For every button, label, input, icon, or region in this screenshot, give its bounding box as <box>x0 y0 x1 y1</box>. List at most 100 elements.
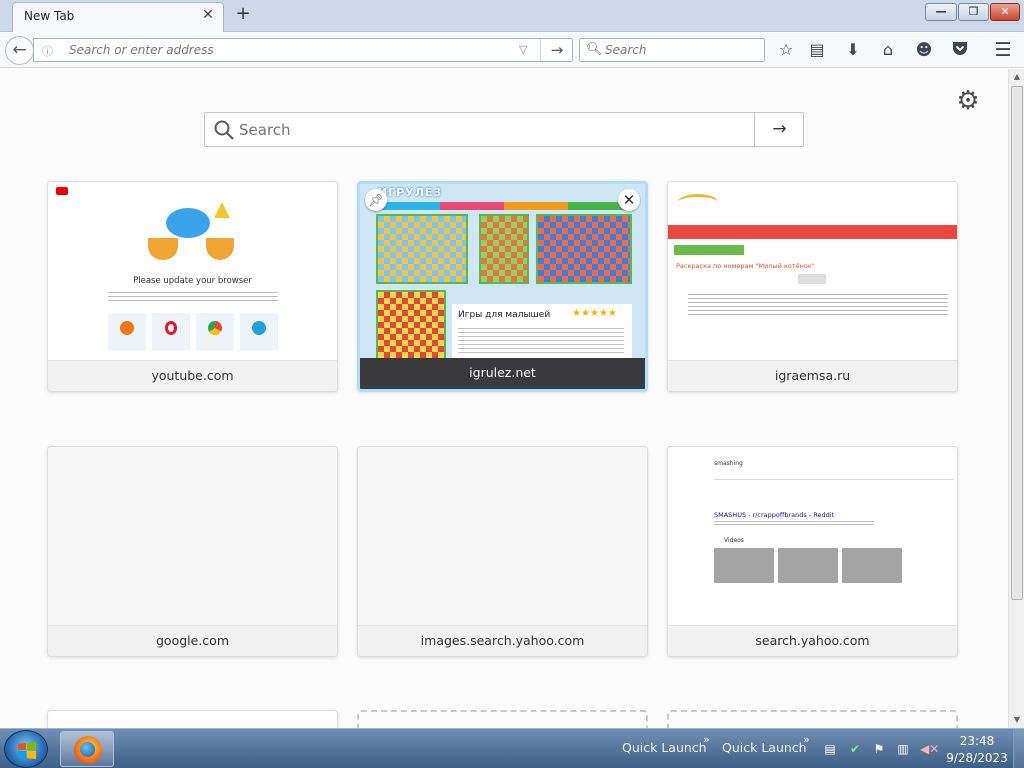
scroll-down-icon[interactable]: ▼ <box>1010 712 1024 728</box>
dropdown-arrow-icon[interactable]: ▽ <box>519 43 527 56</box>
new-tab-button[interactable]: + <box>233 4 253 24</box>
edge-icon <box>252 321 266 335</box>
site-panel: Игры для малышей ★★★★★ <box>452 304 632 362</box>
result-title: SMASHUS - r/crappoffbrands - Reddit <box>714 511 835 519</box>
tile-title: search.yahoo.com <box>668 625 957 656</box>
start-button[interactable] <box>4 730 48 768</box>
tile-title: images.search.yahoo.com <box>358 625 647 656</box>
title-bar: New Tab ✕ + — ❐ ✕ <box>0 0 1024 32</box>
network-icon[interactable]: ▥ <box>895 741 911 757</box>
tile-thumbnail: Раскраска по номерам "Милый котёнок" <box>668 182 957 360</box>
close-icon: ✕ <box>1000 5 1010 18</box>
tile-title: google.com <box>48 625 337 656</box>
search-tabs-line <box>714 479 954 480</box>
tile-thumbnail: smashing SMASHUS - r/crappoffbrands - Re… <box>668 447 957 625</box>
volume-muted-icon[interactable]: ◀✕ <box>920 741 939 757</box>
maximize-icon: ❐ <box>968 5 979 18</box>
firefox-icon <box>120 321 134 335</box>
tab-new-tab[interactable]: New Tab ✕ <box>12 2 224 32</box>
scroll-thumb[interactable] <box>1011 86 1023 600</box>
minimize-icon: — <box>935 5 947 18</box>
tab-title: New Tab <box>24 9 75 23</box>
tile-thumbnail <box>358 447 647 625</box>
vertical-scrollbar[interactable]: ▲ ▼ <box>1008 69 1024 728</box>
go-button[interactable]: → <box>540 39 573 61</box>
site-logo <box>678 194 718 210</box>
opera-icon <box>165 321 177 335</box>
reading-list-icon[interactable]: ▤ <box>806 39 828 61</box>
update-text-lines <box>108 292 278 304</box>
search-icon <box>214 120 234 140</box>
tile-thumbnail: ИГРУЛЕЗ Игры для малышей ★★★★★ <box>360 184 645 362</box>
tile-igrulez[interactable]: ИГРУЛЕЗ Игры для малышей ★★★★★ 📌︎ ✕ igru… <box>357 181 648 392</box>
tile-search-yahoo[interactable]: smashing SMASHUS - r/crappoffbrands - Re… <box>667 446 958 657</box>
newtab-search-input[interactable] <box>239 121 739 139</box>
videos-heading: Videos <box>724 537 744 544</box>
clock-date[interactable]: 9/28/2023 <box>944 751 1010 765</box>
section-button <box>674 245 744 255</box>
game-grid-left <box>376 214 468 284</box>
chrome-icon <box>208 321 222 335</box>
maximize-button[interactable]: ❐ <box>958 3 989 21</box>
quick-launch-label[interactable]: Quick Launch <box>622 740 707 755</box>
search-bar[interactable]: 🔍︎ <box>579 38 765 62</box>
url-bar[interactable]: ⓘ ▽ → <box>33 38 573 62</box>
clipboard-icon[interactable]: ▤ <box>822 741 838 757</box>
tile-thumbnail <box>48 447 337 625</box>
quick-launch-label[interactable]: Quick Launch <box>722 740 807 755</box>
site-nav-bar <box>376 202 632 210</box>
site-nav-bar <box>668 225 957 239</box>
newtab-search-box[interactable]: → <box>204 112 804 147</box>
scroll-up-icon[interactable]: ▲ <box>1010 69 1024 85</box>
browser-icons <box>108 313 278 351</box>
hello-icon[interactable]: ☻ <box>913 39 935 61</box>
tile-title: youtube.com <box>48 360 337 391</box>
tile-google[interactable]: google.com <box>47 446 338 657</box>
firefox-icon <box>74 736 102 764</box>
game-grid-bottom <box>376 290 446 360</box>
security-shield-icon[interactable]: ✔ <box>847 741 863 757</box>
tile-youtube[interactable]: Please update your browser youtube.com <box>47 181 338 392</box>
panel-text-lines <box>458 328 624 356</box>
url-input[interactable] <box>69 42 509 58</box>
text-lines <box>688 294 948 318</box>
back-button[interactable]: ← <box>5 36 34 65</box>
gray-box <box>798 274 826 284</box>
chevron-right-icon[interactable]: » <box>703 733 710 746</box>
clock-time[interactable]: 23:48 <box>950 734 1004 748</box>
gear-icon[interactable]: ⚙ <box>954 87 982 115</box>
result-snippet <box>714 521 874 527</box>
download-icon[interactable]: ⬇ <box>842 39 864 61</box>
close-icon[interactable]: ✕ <box>618 189 640 211</box>
tile-title: igraemsa.ru <box>668 360 957 391</box>
search-input[interactable] <box>605 42 755 58</box>
close-window-button[interactable]: ✕ <box>990 3 1020 21</box>
pin-icon[interactable]: 📌︎ <box>365 189 387 211</box>
video-thumbs <box>714 548 904 583</box>
game-grid-right <box>536 214 632 284</box>
newtab-search-go-button[interactable]: → <box>754 113 804 146</box>
tile-images-yahoo[interactable]: images.search.yahoo.com <box>357 446 648 657</box>
home-icon[interactable]: ⌂ <box>877 39 899 61</box>
bookmark-star-icon[interactable]: ☆ <box>775 39 797 61</box>
site-logo: ИГРУЛЕЗ <box>378 186 443 199</box>
tile-igraemsa[interactable]: Раскраска по номерам "Милый котёнок" igr… <box>667 181 958 392</box>
navigation-toolbar: ← ⓘ ▽ → 🔍︎ ☆ ▤ ⬇ ⌂ ☻ ☰ <box>0 33 1024 68</box>
minimize-button[interactable]: — <box>925 3 957 21</box>
tile-thumbnail: Please update your browser <box>48 182 337 360</box>
taskbar-firefox-button[interactable] <box>60 731 114 767</box>
search-icon: 🔍︎ <box>586 42 603 57</box>
windows-logo-icon <box>18 742 36 759</box>
menu-icon[interactable]: ☰ <box>992 39 1014 61</box>
taskbar: Quick Launch » Quick Launch » ▤ ✔ ⚑ ▥ ◀✕… <box>0 728 1024 768</box>
new-tab-page: ⚙ → Please update your browser <box>0 69 1008 740</box>
game-grid-middle <box>479 214 529 284</box>
tab-close-icon[interactable]: ✕ <box>201 8 215 22</box>
info-icon[interactable]: ⓘ <box>42 43 53 59</box>
chevron-right-icon[interactable]: » <box>803 733 810 746</box>
desktop: New Tab ✕ + — ❐ ✕ ← ⓘ ▽ → 🔍︎ ☆ ▤ ⬇ ⌂ ☻ ☰… <box>0 0 1024 768</box>
pocket-icon[interactable] <box>949 39 971 61</box>
show-desktop-button[interactable] <box>1013 729 1024 768</box>
update-heading: Please update your browser <box>133 276 252 286</box>
flag-icon[interactable]: ⚑ <box>871 741 887 757</box>
